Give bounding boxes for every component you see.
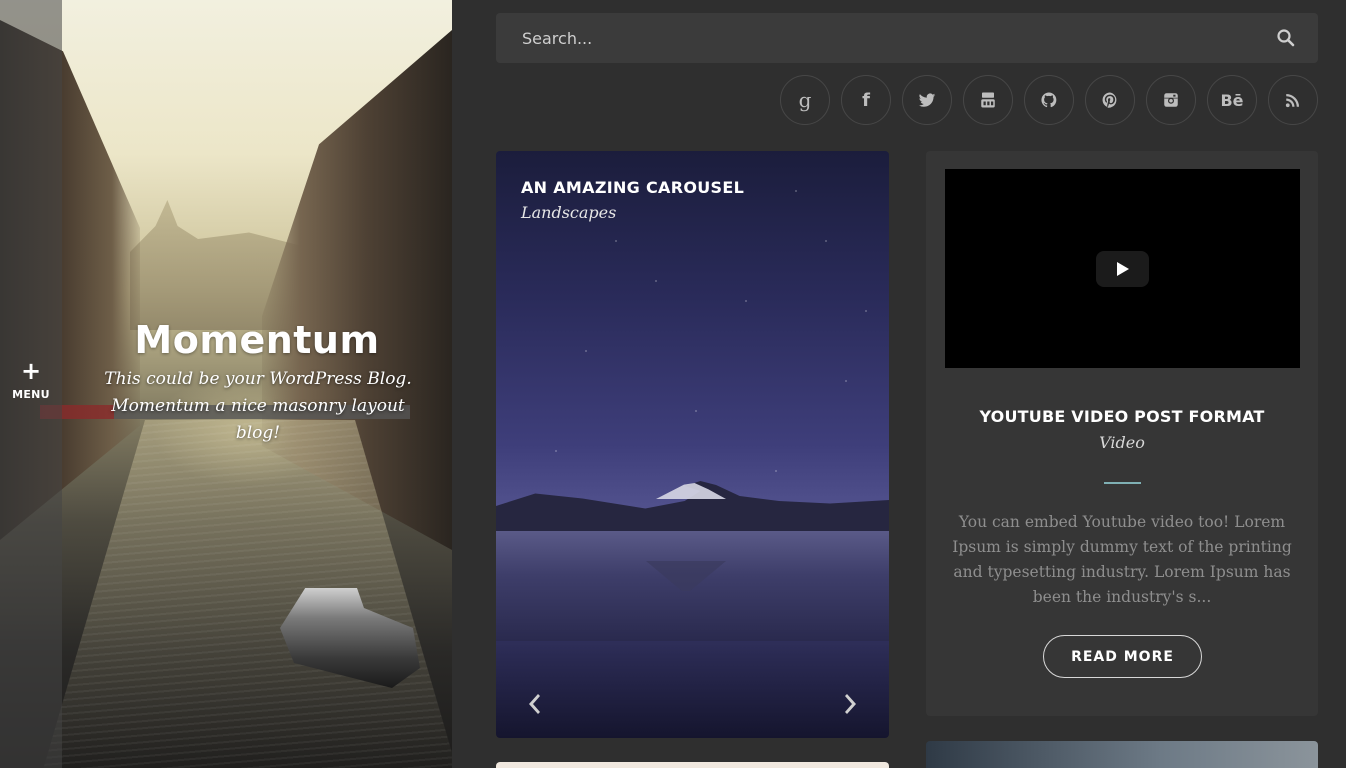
- chevron-right-icon: [845, 694, 856, 714]
- hero-image: + MENU Momentum This could be your WordP…: [0, 0, 452, 768]
- behance-icon[interactable]: Bē: [1207, 75, 1257, 125]
- post-title[interactable]: YOUTUBE VIDEO POST FORMAT: [926, 407, 1318, 426]
- google-plus-glyph: g: [798, 88, 812, 112]
- youtube-icon[interactable]: [963, 75, 1013, 125]
- facebook-icon[interactable]: f: [841, 75, 891, 125]
- pinterest-icon[interactable]: [1085, 75, 1135, 125]
- plus-icon: +: [20, 357, 42, 385]
- play-icon: [1116, 262, 1129, 276]
- carousel-prev-button[interactable]: [524, 691, 544, 717]
- twitter-icon[interactable]: [902, 75, 952, 125]
- instagram-icon[interactable]: [1146, 75, 1196, 125]
- post-category[interactable]: Video: [926, 433, 1318, 452]
- carousel-post-card[interactable]: AN AMAZING CAROUSEL Landscapes: [496, 151, 889, 738]
- site-title[interactable]: Momentum: [62, 318, 452, 362]
- carousel-next-button[interactable]: [841, 691, 861, 717]
- social-links: g f Bē: [780, 75, 1318, 125]
- facebook-glyph: f: [862, 89, 870, 111]
- behance-glyph: Bē: [1220, 90, 1244, 110]
- chevron-left-icon: [529, 694, 540, 714]
- github-icon[interactable]: [1024, 75, 1074, 125]
- google-plus-icon[interactable]: g: [780, 75, 830, 125]
- post-category[interactable]: Landscapes: [521, 203, 616, 222]
- post-excerpt: You can embed Youtube video too! Lorem I…: [952, 513, 1292, 606]
- next-post-card-right[interactable]: [926, 741, 1318, 768]
- search-icon[interactable]: [1276, 28, 1296, 48]
- video-post-card: YOUTUBE VIDEO POST FORMAT Video You can …: [926, 151, 1318, 716]
- read-more-button[interactable]: READ MORE: [1043, 635, 1202, 678]
- menu-button[interactable]: + MENU: [0, 358, 62, 401]
- rss-icon[interactable]: [1268, 75, 1318, 125]
- starry-sky-image: [496, 151, 889, 738]
- menu-label: MENU: [12, 388, 50, 401]
- search-bar: [496, 13, 1318, 63]
- youtube-embed[interactable]: [945, 169, 1300, 368]
- title-divider: [1104, 482, 1141, 484]
- site-tagline: This could be your WordPress Blog. Momen…: [104, 369, 412, 443]
- next-post-card-left[interactable]: [496, 762, 889, 768]
- post-title[interactable]: AN AMAZING CAROUSEL: [521, 178, 744, 197]
- play-button[interactable]: [1096, 251, 1149, 287]
- search-input[interactable]: [496, 13, 1256, 63]
